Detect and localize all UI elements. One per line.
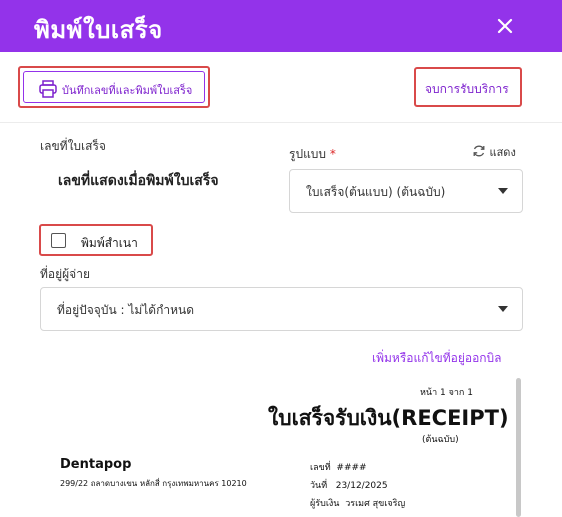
receipt-no-row: เลขที่ ####: [310, 460, 367, 474]
date-value: 23/12/2025: [335, 481, 388, 491]
close-icon[interactable]: [492, 13, 518, 39]
receiver-label: ผู้รับเงิน: [310, 499, 340, 509]
receiver-row: ผู้รับเงิน วรเมศ สุขเจริญ: [310, 496, 405, 510]
dialog-header: พิมพ์ใบเสร็จ: [0, 0, 562, 52]
receiver-value: วรเมศ สุขเจริญ: [345, 499, 406, 509]
dialog-title: พิมพ์ใบเสร็จ: [34, 16, 163, 44]
format-label-text: รูปแบบ: [289, 147, 327, 161]
clinic-address: 299/22 ถลาดบางเขน หลักสี่ กรุงเทพมหานคร …: [60, 479, 247, 488]
end-service-button[interactable]: จบการรับบริการ: [414, 67, 522, 107]
chevron-down-icon: [498, 306, 508, 312]
receipt-no-label-preview: เลขที่: [310, 463, 331, 473]
printer-icon: [38, 80, 58, 98]
save-and-print-label: บันทึกเลขที่และพิมพ์ใบเสร็จ: [62, 84, 193, 97]
receipt-no-value-preview: ####: [336, 463, 367, 473]
format-label: รูปแบบ *: [289, 145, 336, 164]
receipt-no-label: เลขที่ใบเสร็จ: [40, 139, 106, 153]
payer-address-label: ที่อยู่ผู้จ่าย: [40, 267, 90, 281]
receipt-title: ใบเสร็จรับเงิน(RECEIPT): [268, 406, 509, 430]
refresh-icon: [472, 144, 486, 161]
page-indicator: หน้า 1 จาก 1: [420, 388, 473, 398]
receipt-preview: หน้า 1 จาก 1 ใบเสร็จรับเงิน(RECEIPT) (ต้…: [40, 378, 522, 517]
format-select[interactable]: ใบเสร็จ(ต้นแบบ) (ต้นฉบับ): [289, 169, 523, 213]
show-label: แสดง: [489, 146, 516, 159]
preview-scrollbar[interactable]: [516, 378, 521, 517]
receipt-no-value: เลขที่แสดงเมื่อพิมพ์ใบเสร็จ: [58, 173, 219, 189]
required-mark: *: [329, 147, 336, 161]
chevron-down-icon: [498, 188, 508, 194]
clinic-name: Dentapop: [60, 457, 132, 472]
print-copy-checkbox[interactable]: [51, 233, 66, 248]
format-select-value: ใบเสร็จ(ต้นแบบ) (ต้นฉบับ): [306, 185, 446, 199]
payer-address-value: ที่อยู่ปัจจุบัน : ไม่ได้กำหนด: [57, 303, 195, 317]
print-copy-label: พิมพ์สำเนา: [81, 236, 138, 250]
print-copy-option[interactable]: พิมพ์สำเนา: [39, 224, 153, 256]
show-toggle[interactable]: แสดง: [472, 143, 516, 161]
edit-billing-address-link[interactable]: เพิ่มหรือแก้ไขที่อยู่ออกบิล: [372, 349, 502, 368]
payer-address-select[interactable]: ที่อยู่ปัจจุบัน : ไม่ได้กำหนด: [40, 287, 523, 331]
receipt-subtitle: (ต้นฉบับ): [422, 435, 459, 445]
end-service-label: จบการรับบริการ: [425, 82, 509, 96]
date-label: วันที่: [310, 481, 328, 491]
receipt-date-row: วันที่ 23/12/2025: [310, 478, 388, 492]
save-and-print-button[interactable]: บันทึกเลขที่และพิมพ์ใบเสร็จ: [18, 66, 210, 108]
